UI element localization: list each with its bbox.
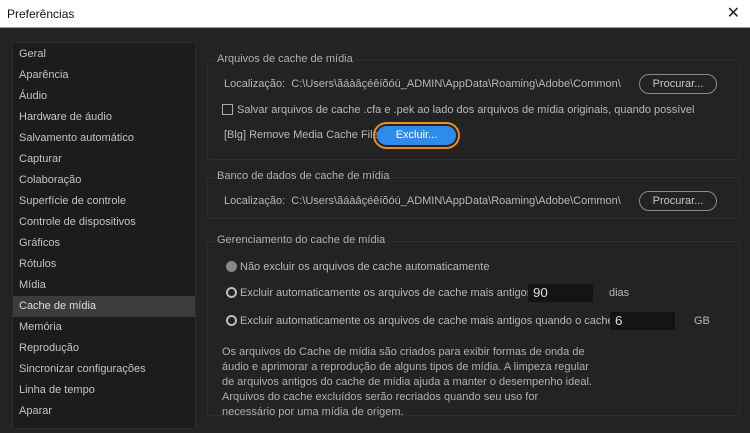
close-icon[interactable]: ✕ <box>727 3 740 23</box>
location-label: Localização: <box>224 78 286 90</box>
sidebar-item[interactable]: Sincronizar configurações <box>13 359 195 380</box>
browse-button[interactable]: Procurar... <box>639 74 717 94</box>
location-row: Localização: C:\Users\ãáàâçéêíõóú_ADMIN\… <box>224 195 621 207</box>
sidebar-item[interactable]: Hardware de áudio <box>13 107 195 128</box>
days-input[interactable] <box>528 284 593 302</box>
title-bar: Preferências ✕ <box>0 0 750 28</box>
sidebar-item[interactable]: Cache de mídia <box>13 296 195 317</box>
radio-no-delete[interactable]: Não excluir os arquivos de cache automat… <box>226 261 489 273</box>
radio-icon[interactable] <box>226 315 237 326</box>
days-unit: dias <box>609 287 630 299</box>
radio-label: Excluir automaticamente os arquivos de c… <box>240 315 659 327</box>
radio-label: Não excluir os arquivos de cache automat… <box>240 261 490 273</box>
cache-management-group: Gerenciamento do cache de mídia Não excl… <box>207 234 740 418</box>
radio-delete-older[interactable]: Excluir automaticamente os arquivos de c… <box>226 287 557 299</box>
location-path: C:\Users\ãáàâçéêíõóú_ADMIN\AppData\Roami… <box>291 195 621 207</box>
description: Os arquivos do Cache de mídia são criado… <box>222 346 592 418</box>
sidebar-item[interactable]: Aparar <box>13 401 195 422</box>
sidebar-item[interactable]: Capturar <box>13 149 195 170</box>
browse-button[interactable]: Procurar... <box>639 191 717 211</box>
cache-db-group: Banco de dados de cache de mídia Localiz… <box>207 170 740 219</box>
sidebar-item[interactable]: Superfície de controle <box>13 191 195 212</box>
sidebar-item[interactable]: Controle de dispositivos <box>13 212 195 233</box>
delete-button[interactable]: Excluir... <box>373 122 460 149</box>
group-title: Gerenciamento do cache de mídia <box>217 234 386 246</box>
save-side-label: Salvar arquivos de cache .cfa e .pek ao … <box>237 104 695 116</box>
sidebar-item[interactable]: Memória <box>13 317 195 338</box>
cache-files-group: Arquivos de cache de mídia Localização: … <box>207 53 740 160</box>
location-path: C:\Users\ãáàâçéêíõóú_ADMIN\AppData\Roami… <box>291 78 621 90</box>
save-side-checkbox[interactable]: Salvar arquivos de cache .cfa e .pek ao … <box>222 104 694 116</box>
checkbox-icon[interactable] <box>222 104 233 115</box>
sidebar-item[interactable]: Gráficos <box>13 233 195 254</box>
location-label: Localização: <box>224 195 286 207</box>
size-input[interactable] <box>610 312 675 330</box>
sidebar-item[interactable]: Reprodução <box>13 338 195 359</box>
radio-delete-exceed[interactable]: Excluir automaticamente os arquivos de c… <box>226 315 659 327</box>
radio-label: Excluir automaticamente os arquivos de c… <box>240 287 557 299</box>
remove-label: [Blg] Remove Media Cache Files <box>224 129 385 141</box>
radio-selected-icon[interactable] <box>226 261 237 272</box>
radio-icon[interactable] <box>226 287 237 298</box>
sidebar-item[interactable]: Áudio <box>13 86 195 107</box>
sidebar-item[interactable]: Rótulos <box>13 254 195 275</box>
sidebar-item[interactable]: Salvamento automático <box>13 128 195 149</box>
sidebar: Geral Aparência Áudio Hardware de áudio Salv… <box>12 42 196 429</box>
sidebar-item[interactable]: Linha de tempo <box>13 380 195 401</box>
sidebar-item[interactable]: Mídia <box>13 275 195 296</box>
sidebar-item[interactable]: Colaboração <box>13 170 195 191</box>
group-title: Arquivos de cache de mídia <box>217 53 353 65</box>
group-title: Banco de dados de cache de mídia <box>217 170 390 182</box>
window-title: Preferências <box>7 7 75 21</box>
size-unit: GB <box>694 315 710 327</box>
sidebar-item[interactable]: Aparência <box>13 65 195 86</box>
sidebar-item[interactable]: Geral <box>13 44 195 65</box>
location-row: Localização: C:\Users\ãáàâçéêíõóú_ADMIN\… <box>224 78 621 90</box>
